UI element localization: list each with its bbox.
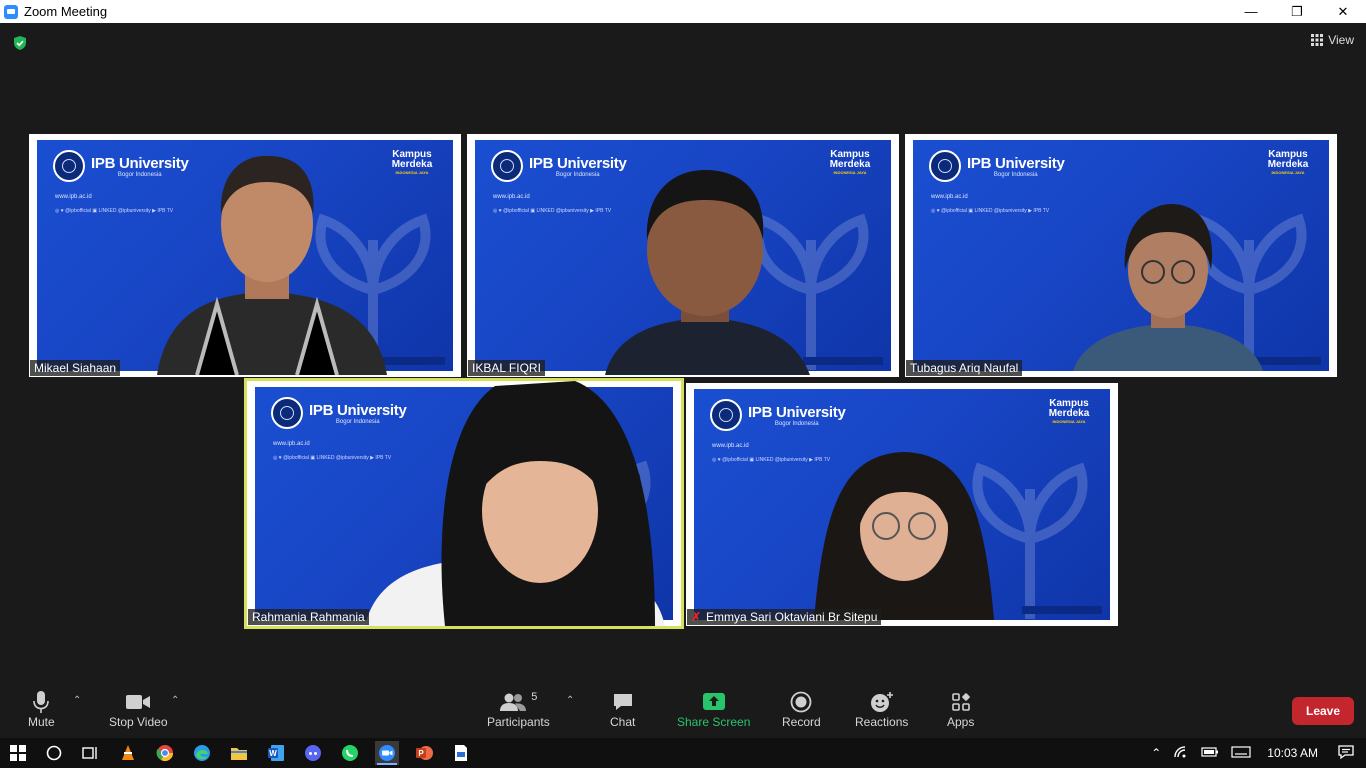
participants-button[interactable]: 5 Participants [487, 689, 550, 729]
task-view-icon[interactable] [78, 741, 102, 765]
clock-time[interactable]: 10:03 AM [1267, 746, 1318, 760]
file-explorer-icon[interactable] [227, 741, 251, 765]
participant-figure [365, 381, 665, 626]
stop-video-button[interactable]: Stop Video [109, 689, 168, 729]
video-tile[interactable]: IPB University Bogor Indonesia www.ipb.ac… [905, 134, 1337, 377]
video-feed: IPB University Bogor Indonesia www.ipb.ac… [475, 140, 891, 375]
participants-count: 5 [531, 691, 538, 703]
vlc-icon[interactable] [116, 741, 140, 765]
participant-figure [157, 155, 387, 375]
participant-name-tag: Rahmania Rahmania [248, 609, 369, 625]
ipb-seal-icon [929, 150, 961, 182]
close-button[interactable]: ✕ [1320, 0, 1366, 23]
svg-text:W: W [269, 749, 277, 758]
search-circle-icon[interactable] [42, 741, 66, 765]
chrome-icon[interactable] [153, 741, 177, 765]
word-icon[interactable]: W [264, 741, 288, 765]
grid-icon [1311, 34, 1324, 46]
video-tile[interactable]: IPB University Bogor Indonesia www.ipb.ac… [29, 134, 461, 377]
ipb-logo: IPB University Bogor Indonesia [710, 399, 846, 431]
svg-text:P: P [418, 749, 424, 758]
video-feed: IPB University Bogor Indonesia www.ipb.ac… [255, 381, 673, 626]
apps-icon [951, 693, 970, 711]
meeting-area: View IPB University Bogor Indonesia www.i… [0, 23, 1366, 681]
battery-icon[interactable] [1201, 746, 1219, 761]
powerpoint-icon[interactable]: P [412, 741, 436, 765]
ipb-seal-icon [710, 399, 742, 431]
participants-icon [500, 693, 527, 711]
chat-button[interactable]: Chat [610, 689, 635, 729]
video-tile[interactable]: IPB University Bogor Indonesia www.ipb.ac… [467, 134, 899, 377]
participant-figure [1073, 204, 1263, 371]
participant-name-tag: Tubagus Ariq Naufal [906, 360, 1023, 376]
document-icon[interactable] [449, 741, 473, 765]
minimize-button[interactable]: — [1228, 0, 1274, 23]
video-feed: IPB University Bogor Indonesia www.ipb.ac… [913, 140, 1329, 371]
apps-button[interactable]: Apps [947, 689, 974, 729]
video-tile-active-speaker[interactable]: IPB University Bogor Indonesia www.ipb.ac… [244, 378, 684, 629]
wifi-icon[interactable] [1173, 745, 1189, 762]
participant-figure [605, 170, 810, 375]
reactions-button[interactable]: Reactions [855, 689, 908, 729]
security-shield-icon[interactable] [12, 35, 28, 51]
view-label: View [1328, 33, 1354, 47]
keyboard-icon[interactable] [1231, 745, 1251, 761]
notifications-icon[interactable] [1338, 744, 1354, 763]
show-hidden-icons-chevron-icon[interactable]: ⌃ [1151, 746, 1161, 760]
video-feed: IPB University Bogor Indonesia www.ipb.ac… [37, 140, 453, 375]
leave-button[interactable]: Leave [1292, 697, 1354, 725]
system-tray: ⌃ 10:03 AM [1145, 738, 1366, 768]
participants-options-chevron-up-icon[interactable]: ⌃ [566, 695, 574, 706]
ipb-seal-icon [53, 150, 85, 182]
smiley-plus-icon [870, 692, 893, 712]
windows-taskbar: W P ⌃ 10:03 AM [0, 738, 1366, 768]
video-feed: IPB University Bogor Indonesia www.ipb.ac… [694, 389, 1110, 620]
participant-figure [814, 452, 994, 620]
participant-name-tag: ✗ Emmya Sari Oktaviani Br Sitepu [687, 609, 882, 625]
zoom-app-icon [4, 4, 18, 19]
window-titlebar: Zoom Meeting — ❐ ✕ [0, 0, 1366, 23]
mute-button[interactable]: Mute [28, 689, 55, 729]
window-title: Zoom Meeting [24, 4, 108, 19]
video-tile[interactable]: IPB University Bogor Indonesia www.ipb.ac… [686, 383, 1118, 626]
discord-icon[interactable] [301, 741, 325, 765]
kampus-merdeka-logo: Kampus Merdeka INDONESIA JAYA [1048, 398, 1090, 425]
whatsapp-icon[interactable] [338, 741, 362, 765]
record-icon [790, 691, 812, 713]
participant-name-tag: Mikael Siahaan [30, 360, 121, 376]
mic-muted-icon: ✗ [691, 610, 702, 624]
zoom-taskbar-icon[interactable] [375, 741, 399, 765]
windows-start-icon[interactable] [6, 741, 30, 765]
video-camera-icon [126, 695, 151, 709]
meeting-controls-toolbar: Mute ⌃ Stop Video ⌃ 5 Participants ⌃ Cha… [0, 681, 1366, 738]
chat-bubble-icon [613, 694, 632, 710]
ipb-seal-icon [271, 397, 303, 429]
share-screen-icon [702, 693, 725, 710]
edge-icon[interactable] [190, 741, 214, 765]
share-screen-button[interactable]: Share Screen [677, 689, 750, 729]
ipb-logo: IPB University Bogor Indonesia [929, 150, 1065, 182]
microphone-icon [33, 691, 50, 713]
ipb-seal-icon [491, 150, 523, 182]
video-options-chevron-up-icon[interactable]: ⌃ [171, 695, 179, 706]
view-button[interactable]: View [1311, 33, 1354, 47]
participant-name-tag: IKBAL FIQRI [468, 360, 545, 376]
kampus-merdeka-logo: Kampus Merdeka INDONESIA JAYA [1267, 149, 1309, 176]
record-button[interactable]: Record [782, 689, 821, 729]
restore-button[interactable]: ❐ [1274, 0, 1320, 23]
audio-options-chevron-up-icon[interactable]: ⌃ [73, 695, 81, 706]
